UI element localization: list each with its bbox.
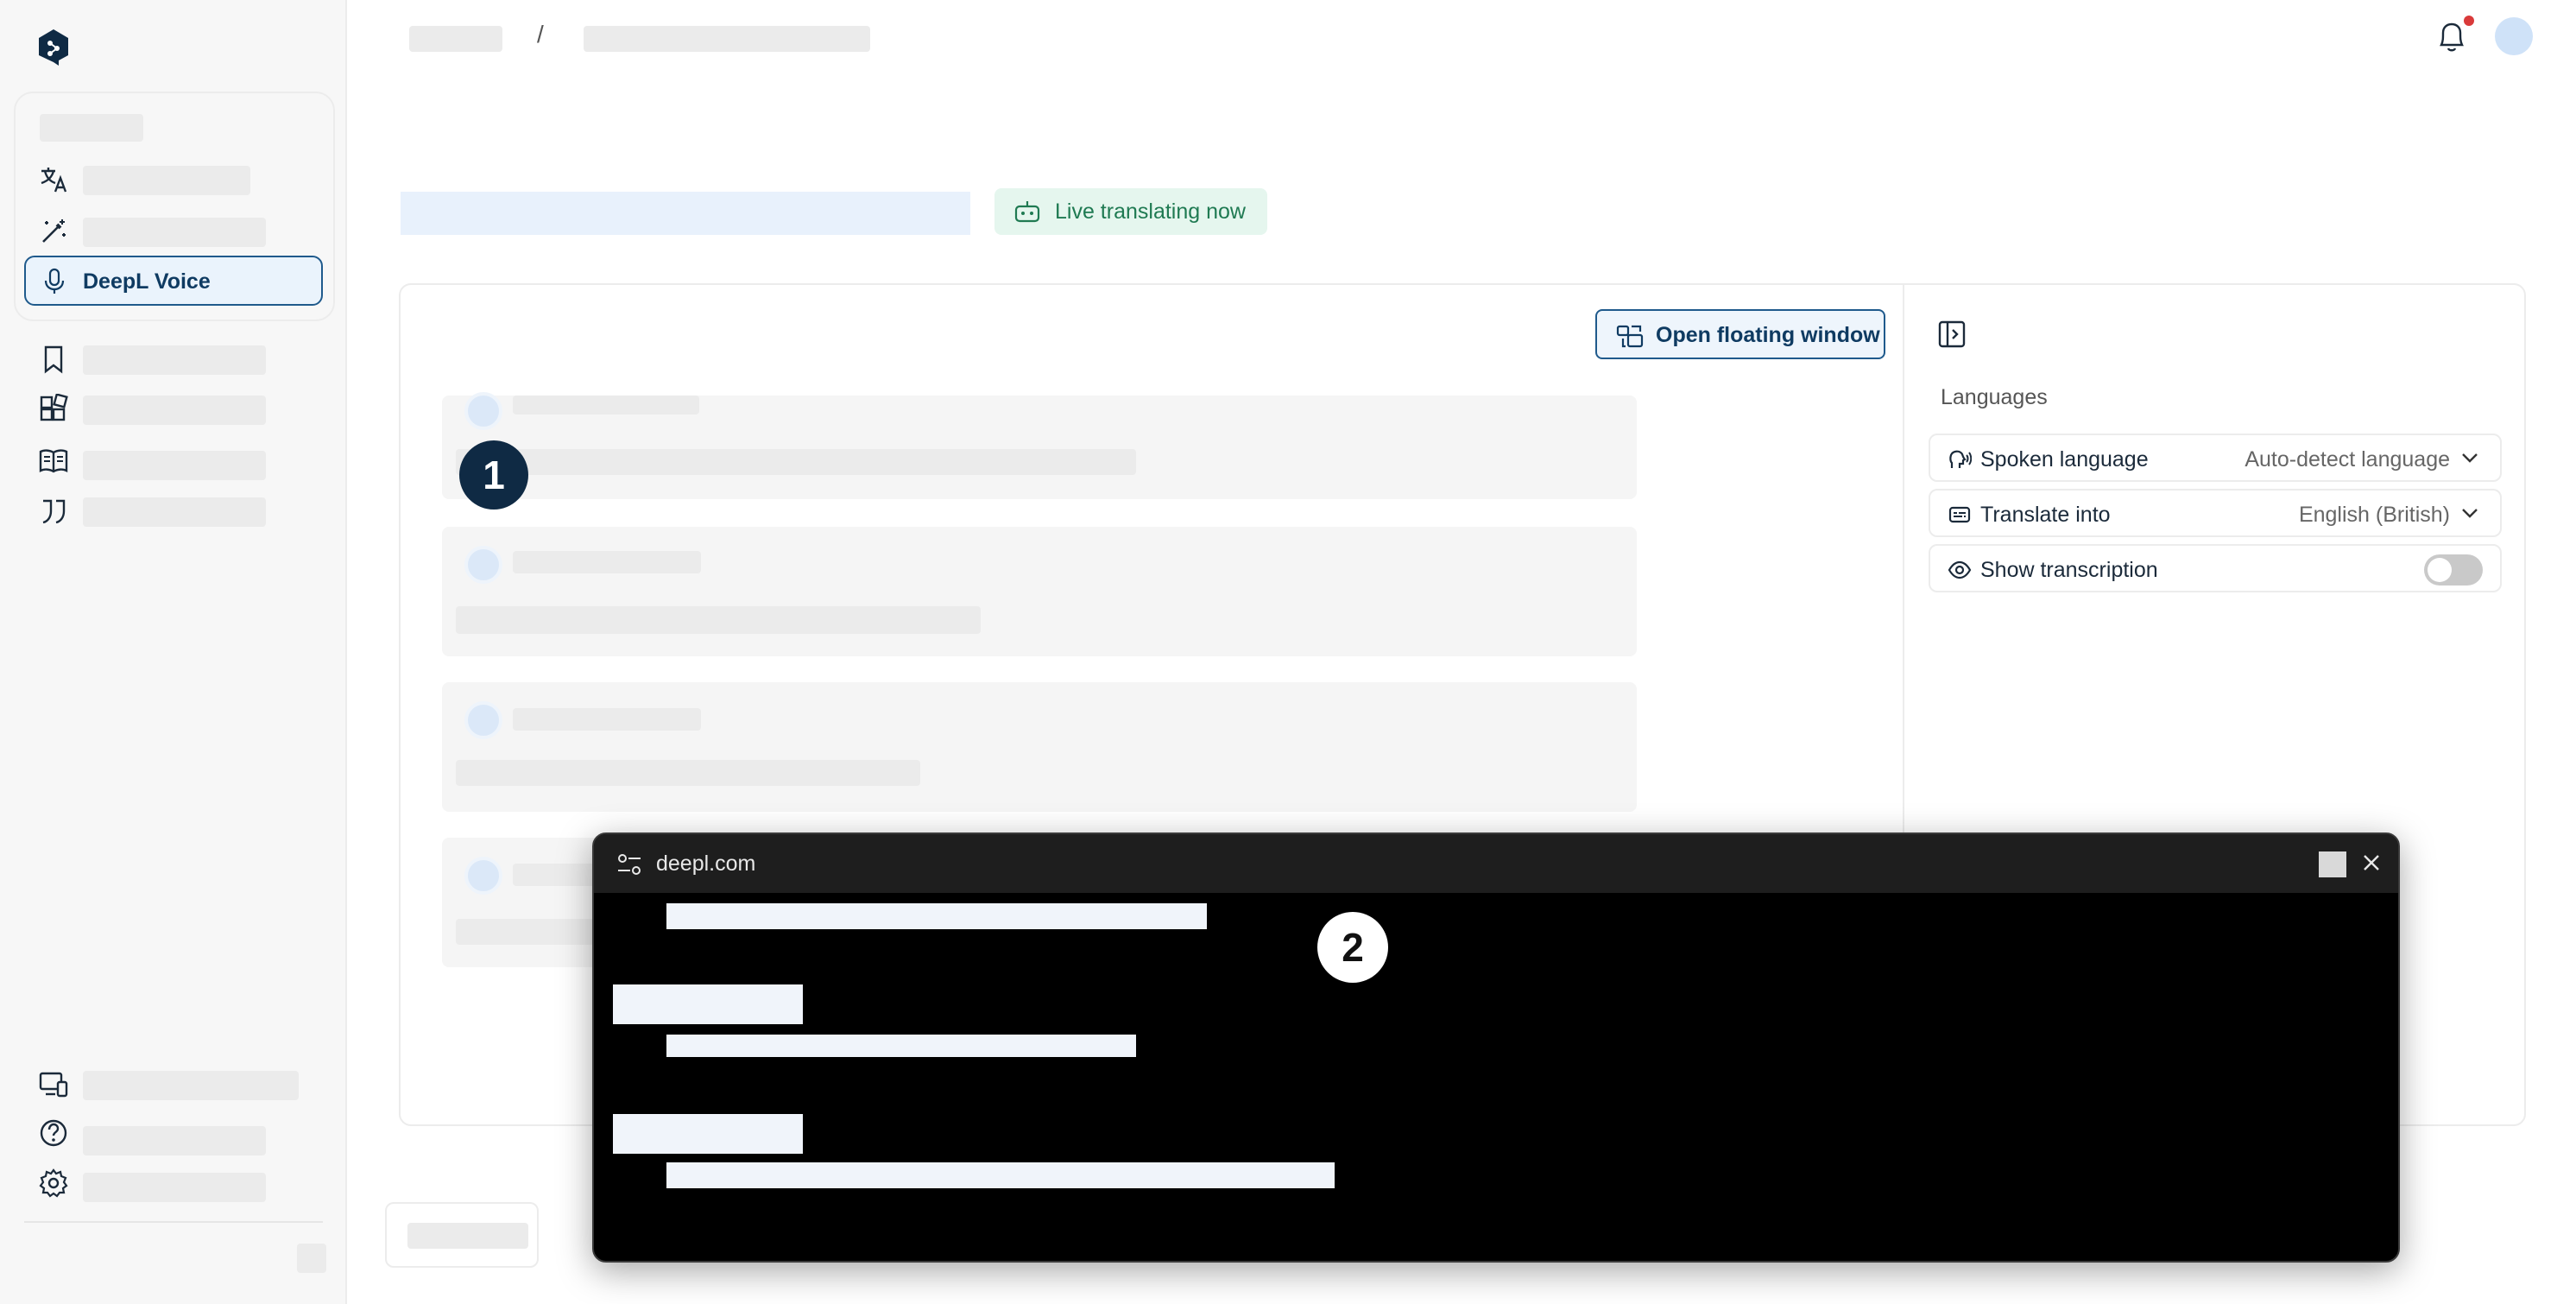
collapse-panel-icon[interactable] — [1937, 320, 1967, 349]
session-control-placeholder — [407, 1223, 528, 1249]
sidebar-item-label: DeepL Voice — [83, 269, 211, 294]
sidebar-item-write-placeholder[interactable] — [83, 218, 266, 247]
speaker-name-placeholder — [513, 551, 701, 573]
sidebar-item-integrations-placeholder[interactable] — [83, 396, 266, 425]
maximize-button[interactable] — [2319, 851, 2346, 877]
speaker-name-placeholder — [513, 708, 701, 731]
open-floating-window-button[interactable]: Open floating window — [1595, 309, 1885, 359]
chevron-down-icon — [2462, 509, 2478, 518]
floating-window-title: deepl.com — [656, 851, 756, 876]
speaker-avatar — [464, 392, 502, 430]
transcript-card — [442, 527, 1637, 656]
sidebar-item-translator-placeholder[interactable] — [83, 166, 250, 195]
speaker-avatar — [464, 546, 502, 584]
translate-into-value: English (British) — [2298, 503, 2450, 527]
floating-transcript-line — [666, 1035, 1136, 1057]
translate-into-select[interactable]: Translate into English (British) — [1929, 489, 2502, 537]
help-icon[interactable] — [38, 1117, 69, 1149]
devices-icon[interactable] — [38, 1069, 69, 1100]
sliders-icon[interactable] — [616, 853, 642, 876]
floating-speaker-label — [613, 1114, 803, 1154]
breadcrumb-separator: / — [537, 21, 544, 47]
session-control[interactable] — [385, 1202, 539, 1268]
notification-dot — [2464, 16, 2474, 26]
floating-window-icon — [1616, 325, 1644, 348]
floating-translation-window: deepl.com — [592, 832, 2400, 1263]
show-transcription-label: Show transcription — [1980, 558, 2158, 582]
transcript-card — [442, 392, 1637, 499]
floating-transcript-line — [666, 903, 1207, 929]
transcript-text-placeholder — [456, 606, 981, 634]
eye-icon — [1948, 560, 1972, 579]
sidebar-item-deepl-voice[interactable]: DeepL Voice — [24, 256, 323, 306]
sidebar-divider — [24, 1221, 323, 1223]
sidebar-item-glossary-placeholder[interactable] — [83, 451, 266, 480]
translate-into-label: Translate into — [1980, 503, 2111, 527]
translate-icon[interactable] — [38, 164, 69, 195]
robot-icon — [1014, 201, 1040, 223]
subtitles-icon — [1948, 506, 1971, 523]
breadcrumb-current-placeholder — [584, 26, 870, 52]
breadcrumb-root-placeholder[interactable] — [409, 26, 502, 52]
speaking-head-icon — [1949, 450, 1972, 468]
live-translating-badge: Live translating now — [994, 188, 1267, 235]
sidebar-collapse-placeholder[interactable] — [297, 1244, 326, 1273]
deepl-logo-icon[interactable] — [36, 28, 71, 67]
transcript-text-placeholder — [456, 760, 920, 786]
session-title-placeholder[interactable] — [401, 192, 970, 235]
sidebar-item-saved-placeholder[interactable] — [83, 345, 266, 375]
floating-speaker-label — [613, 984, 803, 1024]
transcript-text-placeholder — [456, 449, 1136, 475]
show-transcription-toggle[interactable] — [2424, 554, 2483, 586]
sidebar-item-settings-placeholder[interactable] — [83, 1173, 266, 1202]
speaker-avatar — [464, 857, 502, 895]
open-floating-window-label: Open floating window — [1656, 323, 1880, 347]
close-icon[interactable] — [2360, 851, 2383, 874]
speaker-name-placeholder — [513, 396, 699, 415]
nav-group-title-placeholder — [40, 114, 143, 142]
speaker-avatar — [464, 701, 502, 739]
spoken-language-value: Auto-detect language — [2245, 447, 2450, 472]
sidebar: DeepL Voice — [0, 0, 347, 1304]
annotation-marker-2: 2 — [1317, 912, 1388, 983]
chevron-down-icon — [2462, 453, 2478, 463]
spoken-language-select[interactable]: Spoken language Auto-detect language — [1929, 434, 2502, 482]
sidebar-item-help-placeholder[interactable] — [83, 1126, 266, 1155]
spoken-language-label: Spoken language — [1980, 447, 2149, 472]
bookmark-icon[interactable] — [38, 344, 69, 375]
annotation-marker-1: 1 — [459, 440, 528, 510]
book-icon[interactable] — [38, 446, 69, 477]
floating-window-titlebar[interactable]: deepl.com — [594, 834, 2398, 893]
sidebar-item-style-placeholder[interactable] — [83, 497, 266, 527]
quote-icon[interactable] — [38, 496, 69, 527]
user-avatar[interactable] — [2495, 17, 2533, 55]
settings-gear-icon[interactable] — [38, 1168, 69, 1199]
languages-heading: Languages — [1941, 385, 2048, 409]
live-badge-label: Live translating now — [1055, 199, 1246, 224]
magic-wand-icon[interactable] — [38, 216, 69, 247]
apps-icon[interactable] — [38, 394, 69, 425]
show-transcription-row: Show transcription — [1929, 544, 2502, 592]
microphone-icon — [44, 268, 65, 294]
floating-transcript-line — [666, 1162, 1335, 1188]
transcript-card — [442, 682, 1637, 812]
sidebar-item-apps-placeholder[interactable] — [83, 1071, 299, 1100]
